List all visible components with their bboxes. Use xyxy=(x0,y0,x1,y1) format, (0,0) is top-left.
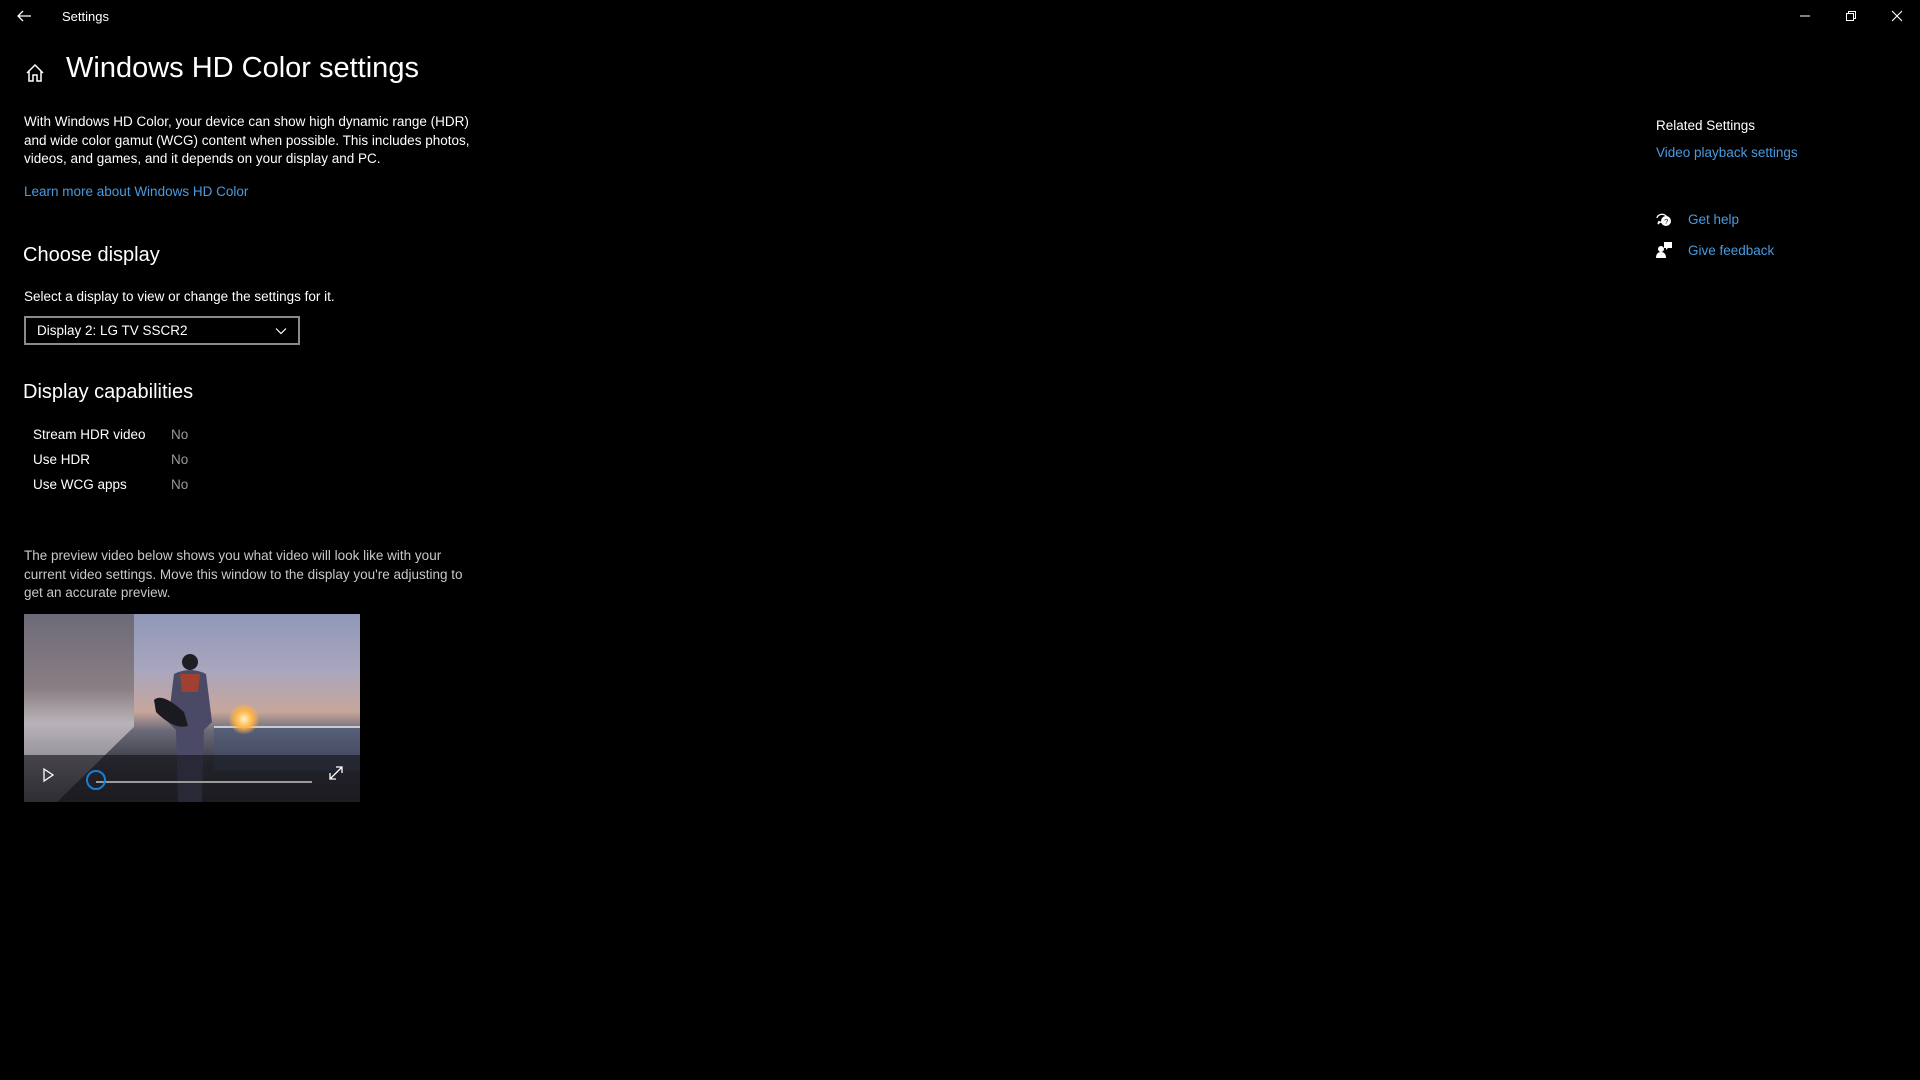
seek-slider[interactable] xyxy=(84,769,324,795)
play-button[interactable] xyxy=(38,765,58,785)
learn-more-link[interactable]: Learn more about Windows HD Color xyxy=(24,184,248,199)
fullscreen-button[interactable] xyxy=(326,763,346,783)
restore-button[interactable] xyxy=(1828,0,1874,32)
restore-icon xyxy=(1846,11,1856,21)
home-icon xyxy=(26,63,44,82)
related-settings-heading: Related Settings xyxy=(1656,118,1756,133)
capability-value: No xyxy=(171,452,189,467)
expand-icon xyxy=(329,766,343,780)
get-help-icon: ? xyxy=(1655,211,1673,229)
preview-description: The preview video below shows you what v… xyxy=(24,548,463,600)
minimize-icon xyxy=(1800,15,1810,17)
display-select-value: Display 2: LG TV SSCR2 xyxy=(37,323,188,338)
chevron-down-icon xyxy=(275,328,287,335)
page-title: Windows HD Color settings xyxy=(66,52,419,84)
capability-value: No xyxy=(171,477,189,492)
svg-text:?: ? xyxy=(1664,219,1668,226)
minimize-button[interactable] xyxy=(1782,0,1828,32)
video-controls-bar xyxy=(24,755,360,802)
close-button[interactable] xyxy=(1874,0,1920,32)
capability-label: Use HDR xyxy=(33,452,91,467)
capability-label: Stream HDR video xyxy=(33,427,146,442)
video-frame-sun xyxy=(229,704,259,734)
window-title: Settings xyxy=(62,9,109,24)
capability-value: No xyxy=(171,427,189,442)
capabilities-heading: Display capabilities xyxy=(23,381,194,403)
give-feedback-link[interactable]: Give feedback xyxy=(1688,243,1774,258)
display-select[interactable]: Display 2: LG TV SSCR2 xyxy=(24,316,300,345)
close-icon xyxy=(1891,10,1903,22)
play-icon xyxy=(43,767,55,783)
capability-label: Use WCG apps xyxy=(33,477,127,492)
back-button[interactable] xyxy=(14,6,34,26)
seek-track xyxy=(96,781,312,783)
video-playback-settings-link[interactable]: Video playback settings xyxy=(1656,145,1798,160)
back-arrow-icon xyxy=(17,10,31,22)
choose-display-heading: Choose display xyxy=(23,244,160,266)
intro-description: With Windows HD Color, your device can s… xyxy=(24,114,470,166)
home-button[interactable] xyxy=(24,62,46,84)
seek-thumb[interactable] xyxy=(86,770,106,790)
preview-video[interactable] xyxy=(24,614,360,802)
get-help-link[interactable]: Get help xyxy=(1688,212,1739,227)
give-feedback-icon xyxy=(1655,241,1673,259)
choose-display-instruction: Select a display to view or change the s… xyxy=(24,289,335,304)
